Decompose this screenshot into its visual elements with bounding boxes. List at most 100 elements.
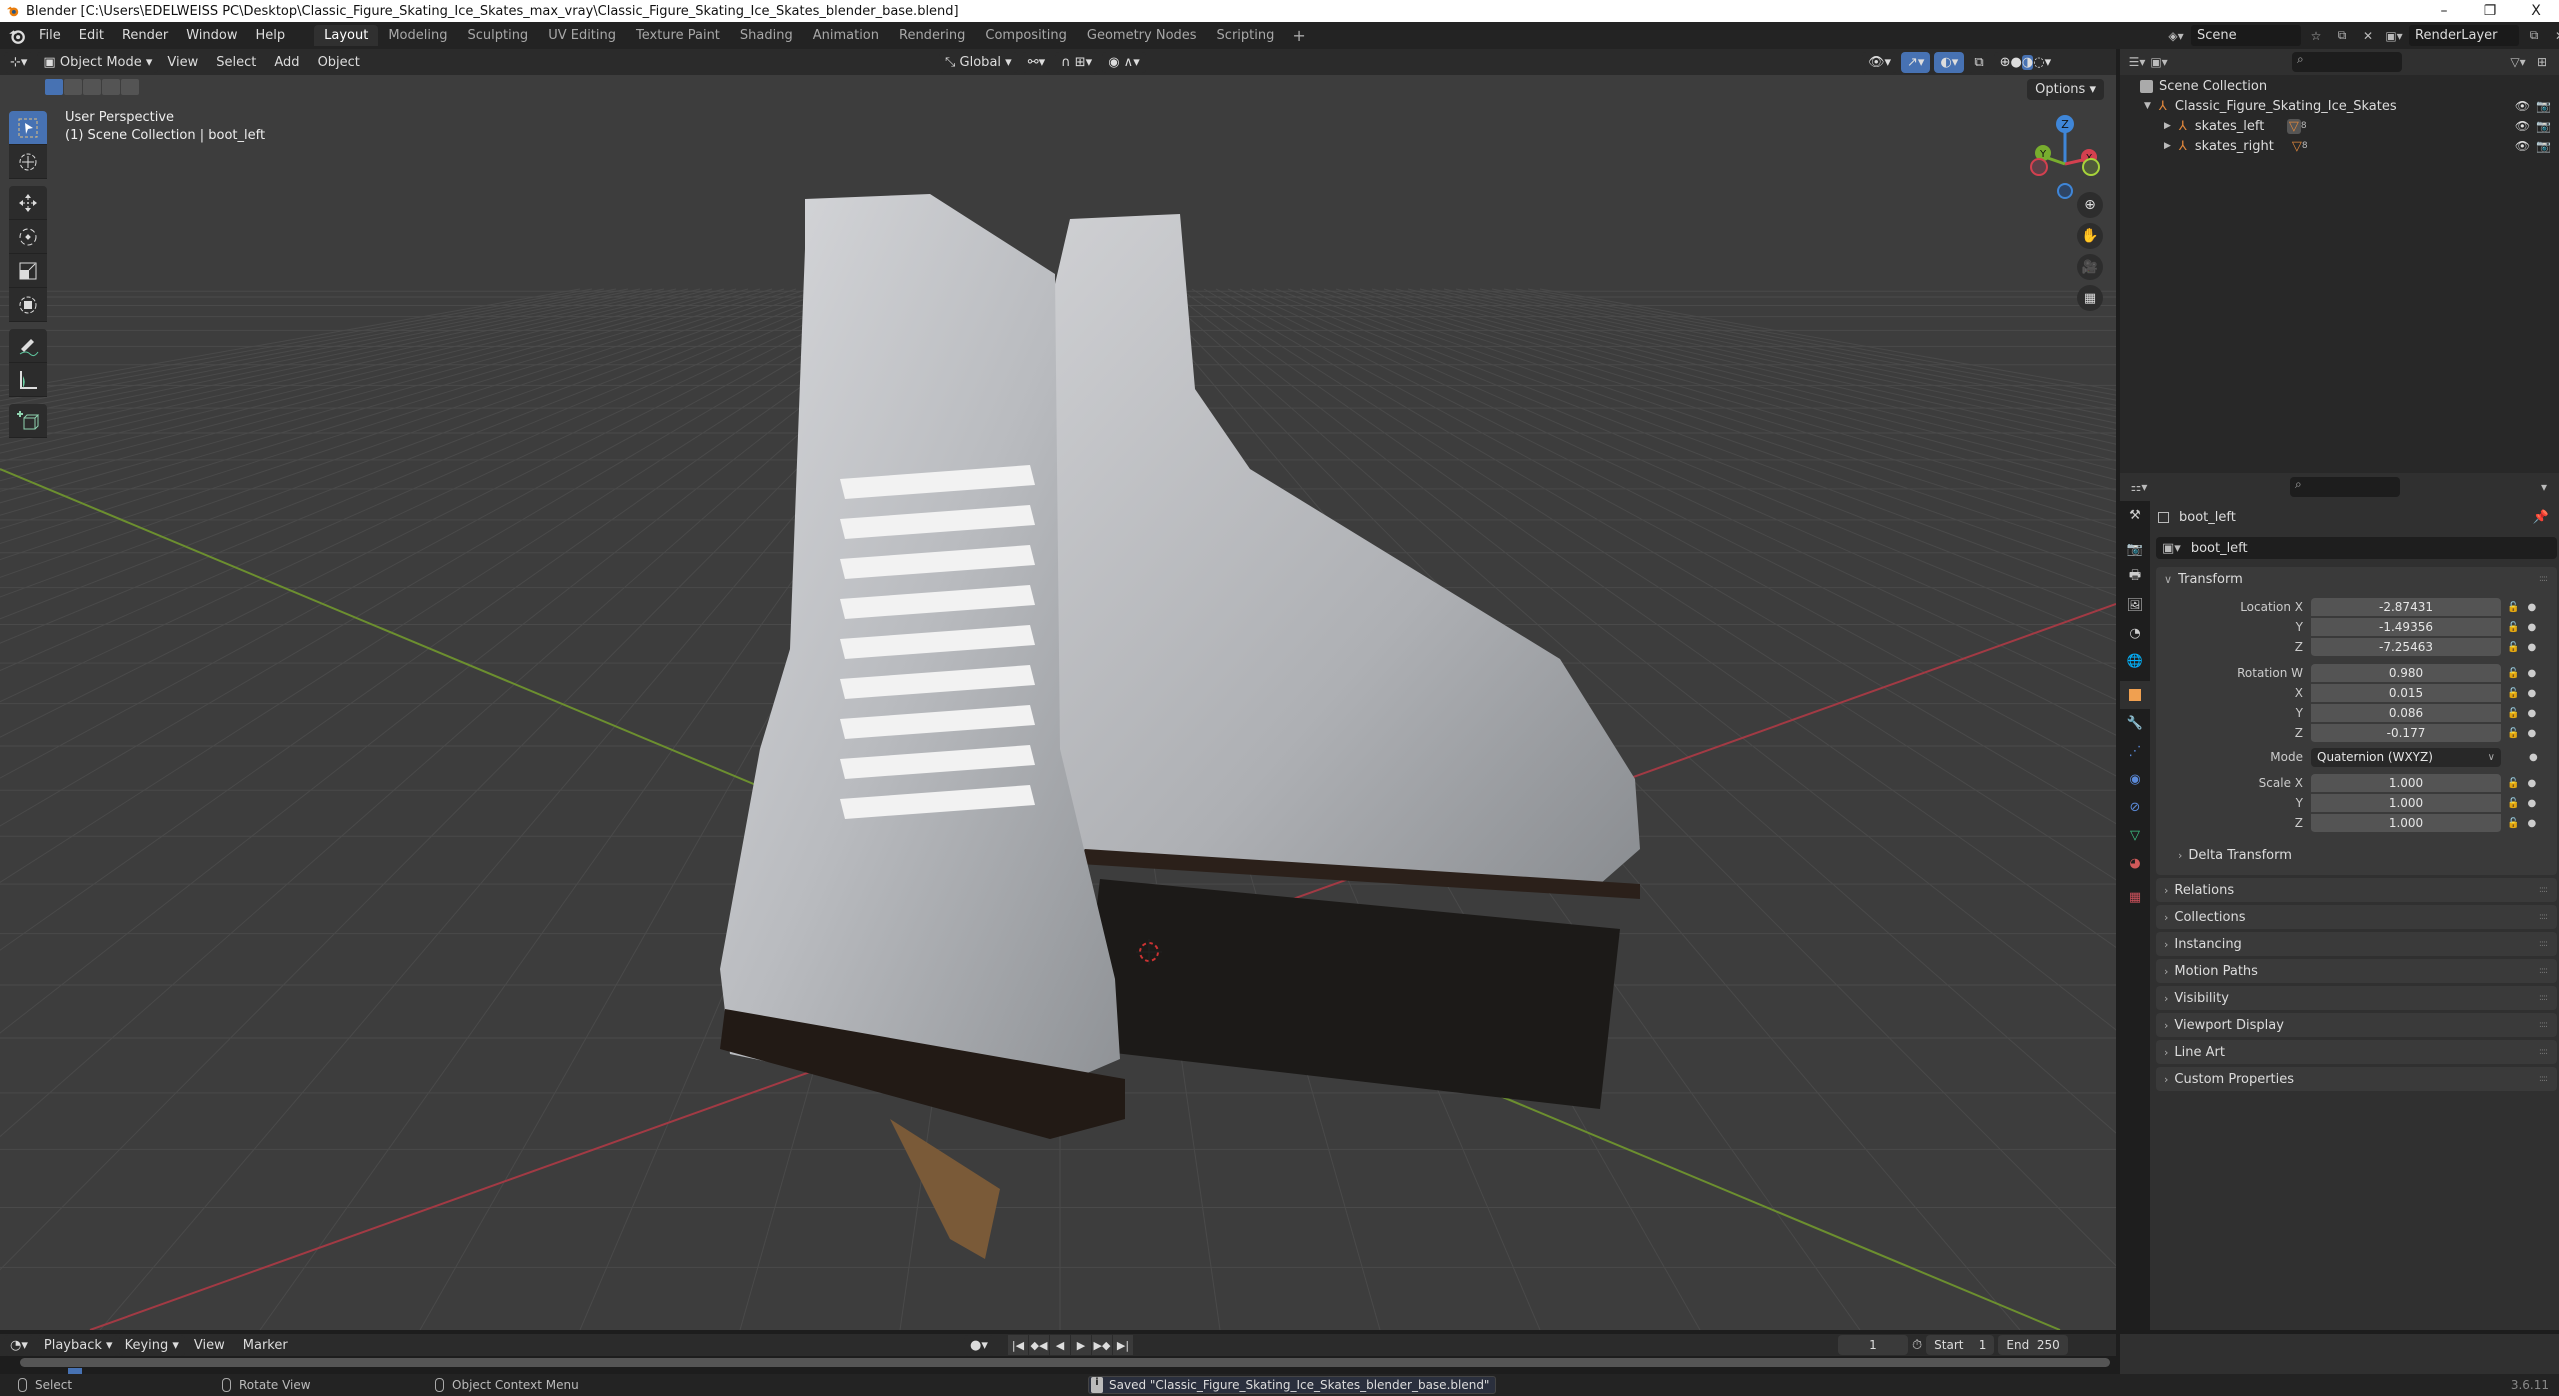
tool-transform[interactable] [9,288,47,322]
ortho-toggle-button[interactable]: ▦ [2077,285,2103,311]
tab-scripting[interactable]: Scripting [1207,25,1285,46]
keyframe-dot-icon[interactable]: ● [2527,778,2536,789]
lock-icon[interactable]: 🔓 [2507,708,2519,719]
tab-world[interactable]: 🌐 [2120,647,2150,675]
play-icon[interactable]: ▶ [1071,1335,1091,1355]
timeline-scrollbar[interactable] [20,1358,2110,1367]
3d-viewport[interactable]: ⊹▾ ▣ Object Mode ▾ View Select Add Objec… [0,49,2116,1330]
scale-z-field[interactable]: 1.000 [2311,813,2501,833]
transform-panel-header[interactable]: ∨ Transform:::: [2156,567,2557,591]
line-art-panel[interactable]: › Line Art:::: [2156,1040,2557,1064]
tab-sculpting[interactable]: Sculpting [457,25,538,46]
menu-edit[interactable]: Edit [70,28,113,43]
camera-view-button[interactable]: 🎥 [2077,254,2103,280]
drag-grip-icon[interactable]: :::: [2539,1047,2548,1057]
rotation-z-field[interactable]: -0.177 [2311,723,2501,743]
keyframe-dot-icon[interactable]: ● [2527,688,2536,699]
tab-texture-paint[interactable]: Texture Paint [626,25,730,46]
filter-icon[interactable]: ▽▾ [2507,52,2529,73]
viewport-menu-view[interactable]: View [158,55,207,70]
tab-geometry-nodes[interactable]: Geometry Nodes [1077,25,1207,46]
drag-grip-icon[interactable]: :::: [2539,574,2548,584]
instancing-panel[interactable]: › Instancing:::: [2156,932,2557,956]
delta-transform-subpanel[interactable]: › Delta Transform [2156,843,2557,867]
next-keyframe-icon[interactable]: ▶◆ [1092,1335,1112,1355]
playback-menu[interactable]: Playback ▾ [37,1334,119,1356]
location-z-field[interactable]: -7.25463 [2311,637,2501,657]
gizmo-toggle[interactable]: ↗▾ [1901,51,1931,73]
lock-icon[interactable]: 🔓 [2507,728,2519,739]
proportional-edit-toggle[interactable]: ◉ ∧▾ [1102,51,1146,73]
rotation-mode-select[interactable]: Quaternion (WXYZ) ∨ [2311,747,2501,767]
drag-grip-icon[interactable]: :::: [2539,993,2548,1003]
overlays-toggle[interactable]: ◐▾ [1934,51,1965,73]
object-data-browse-icon[interactable]: ▣▾ [2156,541,2191,556]
tool-measure[interactable] [9,363,47,397]
lock-icon[interactable]: 🔓 [2507,798,2519,809]
pin-scene-icon[interactable]: ☆ [2305,25,2327,46]
outliner-item[interactable]: ▶ ⅄ skates_right ▽ 8 👁 📷 [2120,136,2559,156]
render-camera-icon[interactable]: 📷 [2536,119,2551,133]
scale-y-field[interactable]: 1.000 [2311,793,2501,813]
render-camera-icon[interactable]: 📷 [2536,99,2551,113]
scene-field[interactable]: Scene [2191,25,2301,46]
minimize-button[interactable]: – [2421,0,2467,22]
viewport-display-panel[interactable]: › Viewport Display:::: [2156,1013,2557,1037]
delete-view-layer-icon[interactable]: ✕ [2549,25,2559,46]
material-shading-icon[interactable]: ◑ [2021,54,2034,70]
tool-cursor[interactable] [9,145,47,179]
keyframe-dot-icon[interactable]: ● [2527,798,2536,809]
outliner-item[interactable]: ▼ ⅄ Classic_Figure_Skating_Ice_Skates 👁 📷 [2120,96,2559,116]
tab-modifiers[interactable]: 🔧 [2120,709,2150,737]
tab-output[interactable]: 🖶 [2120,563,2150,591]
editor-type-button[interactable]: ⊹▾ [4,51,34,73]
relations-panel[interactable]: › Relations:::: [2156,878,2557,902]
menu-render[interactable]: Render [113,28,177,43]
lock-icon[interactable]: 🔓 [2507,602,2519,613]
add-workspace-button[interactable]: + [1284,26,1313,45]
tab-rendering[interactable]: Rendering [889,25,975,46]
play-reverse-icon[interactable]: ◀ [1050,1335,1070,1355]
properties-search-input[interactable]: ⌕ [2290,477,2400,497]
select-extend-icon[interactable] [64,79,82,95]
tool-move[interactable] [9,186,47,220]
auto-keying-toggle[interactable]: ●▾ [964,1334,994,1356]
rotation-x-field[interactable]: 0.015 [2311,683,2501,703]
collections-panel[interactable]: › Collections:::: [2156,905,2557,929]
tab-constraints[interactable]: ⊘ [2120,793,2150,821]
tab-tool[interactable]: ⚒ [2120,501,2150,529]
jump-start-icon[interactable]: |◀ [1008,1335,1028,1355]
tab-layout[interactable]: Layout [314,25,379,46]
expand-arrow-icon[interactable]: ▶ [2164,121,2171,131]
lock-icon[interactable]: 🔓 [2507,668,2519,679]
keyframe-dot-icon[interactable]: ● [2527,642,2536,653]
motion-paths-panel[interactable]: › Motion Paths:::: [2156,959,2557,983]
tab-compositing[interactable]: Compositing [975,25,1077,46]
pan-view-button[interactable]: ✋ [2077,223,2103,249]
scene-browse-icon[interactable]: ◈▾ [2165,25,2187,46]
drag-grip-icon[interactable]: :::: [2539,912,2548,922]
tab-data[interactable]: ▽ [2120,821,2150,849]
solid-shading-icon[interactable]: ● [2011,55,2022,70]
display-mode-icon[interactable]: ▣▾ [2148,52,2170,73]
options-dropdown[interactable]: Options ▾ [2027,79,2104,100]
render-camera-icon[interactable]: 📷 [2536,139,2551,153]
tool-add-cube[interactable] [9,404,47,438]
drag-grip-icon[interactable]: :::: [2539,1074,2548,1084]
location-y-field[interactable]: -1.49356 [2311,617,2501,637]
new-scene-icon[interactable]: ⧉ [2331,25,2353,46]
view-layer-browse-icon[interactable]: ▣▾ [2383,25,2405,46]
outliner-item[interactable]: ▶ ⅄ skates_left ▽ 8 👁 📷 [2120,116,2559,136]
lock-icon[interactable]: 🔓 [2507,818,2519,829]
eye-icon[interactable]: 👁 [2515,139,2530,153]
menu-window[interactable]: Window [177,28,246,43]
blender-menu-icon[interactable] [8,27,26,45]
tab-material[interactable]: ◕ [2120,849,2150,877]
prev-keyframe-icon[interactable]: ◆◀ [1029,1335,1049,1355]
keyframe-dot-icon[interactable]: ● [2527,622,2536,633]
timeline-marker-menu[interactable]: Marker [234,1338,297,1353]
viewport-menu-object[interactable]: Object [309,55,369,70]
jump-end-icon[interactable]: ▶| [1113,1335,1133,1355]
drag-grip-icon[interactable]: :::: [2539,939,2548,949]
mesh-data-icon[interactable]: ▽ [2292,139,2302,154]
